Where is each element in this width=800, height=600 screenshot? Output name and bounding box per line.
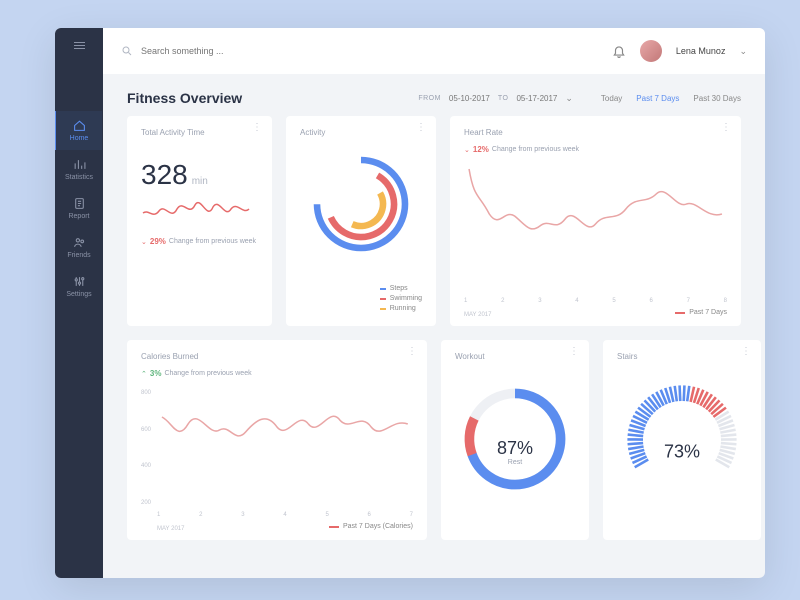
bell-icon[interactable] — [612, 44, 626, 58]
card-heart-rate: Heart Rate ⋮ ⌄ 12% Change from previous … — [450, 116, 741, 326]
more-icon[interactable]: ⋮ — [569, 350, 579, 354]
more-icon[interactable]: ⋮ — [721, 126, 731, 130]
sidebar-item-statistics[interactable]: Statistics — [55, 150, 103, 189]
chevron-down-icon[interactable]: ⌄ — [739, 46, 747, 57]
change-pct: 29% — [150, 237, 166, 246]
tab-today[interactable]: Today — [601, 94, 622, 103]
change-label: Change from previous week — [164, 370, 251, 377]
card-title: Heart Rate — [464, 128, 727, 137]
sidebar-item-report[interactable]: Report — [55, 189, 103, 228]
change-pct: 12% — [473, 145, 489, 154]
search-icon — [121, 45, 133, 57]
card-title: Calories Burned — [141, 352, 413, 361]
sidebar-item-label: Friends — [67, 252, 90, 259]
tab-past-30[interactable]: Past 30 Days — [693, 94, 741, 103]
sidebar-item-label: Statistics — [65, 174, 93, 181]
username: Lena Munoz — [676, 46, 726, 56]
sidebar-item-home[interactable]: Home — [55, 111, 102, 150]
chevron-down-icon[interactable]: ⌄ — [565, 93, 573, 104]
activity-donut — [306, 149, 416, 259]
change-label: Change from previous week — [169, 238, 256, 245]
workout-sub: Rest — [497, 459, 533, 466]
from-label: FROM — [418, 95, 441, 102]
card-title: Stairs — [617, 352, 747, 361]
legend-steps: Steps — [390, 285, 408, 292]
legend-label: Past 7 Days (Calories) — [343, 523, 413, 530]
sparkline — [141, 191, 251, 231]
card-stairs: Stairs ⋮ 73% — [603, 340, 761, 540]
card-title: Workout — [455, 352, 575, 361]
users-icon — [73, 236, 86, 249]
sidebar-item-settings[interactable]: Settings — [55, 267, 103, 306]
home-icon — [73, 119, 86, 132]
card-workout: Workout ⋮ 87% Rest — [441, 340, 589, 540]
activity-time-unit: min — [192, 176, 208, 187]
more-icon[interactable]: ⋮ — [416, 126, 426, 130]
caret-down-icon: ⌄ — [464, 146, 470, 154]
stairs-gauge — [617, 375, 747, 505]
card-activity: Activity ⋮ Steps Swimming Running — [286, 116, 436, 326]
sidebar-item-label: Settings — [66, 291, 91, 298]
sliders-icon — [73, 275, 86, 288]
page-title: Fitness Overview — [127, 90, 242, 106]
caret-up-icon: ⌃ — [141, 370, 147, 378]
to-date[interactable]: 05-17-2017 — [516, 94, 557, 103]
topbar: Lena Munoz ⌄ — [103, 28, 765, 74]
sidebar-item-label: Home — [70, 135, 89, 142]
document-icon — [73, 197, 86, 210]
chart-icon — [73, 158, 86, 171]
from-date[interactable]: 05-10-2017 — [449, 94, 490, 103]
search-input[interactable] — [141, 46, 341, 56]
month-label: MAY 2017 — [157, 526, 184, 532]
x-axis: 1234567 — [157, 512, 413, 518]
card-title: Total Activity Time — [141, 128, 258, 137]
to-label: TO — [498, 95, 509, 102]
calories-line — [141, 382, 413, 477]
main: Lena Munoz ⌄ Fitness Overview FROM 05-10… — [103, 28, 765, 578]
more-icon[interactable]: ⋮ — [252, 126, 262, 130]
legend-swimming: Swimming — [390, 295, 422, 302]
workout-pct: 87% — [497, 438, 533, 459]
legend-label: Past 7 Days — [689, 309, 727, 316]
heart-rate-line — [464, 154, 727, 264]
card-activity-time: Total Activity Time ⋮ 328 min ⌄ 29% Chang… — [127, 116, 272, 326]
stairs-pct: 73% — [664, 442, 700, 463]
x-axis: 12345678 — [464, 298, 727, 304]
sidebar: Home Statistics Report Friends Settings — [55, 28, 103, 578]
caret-down-icon: ⌄ — [141, 238, 147, 246]
avatar[interactable] — [640, 40, 662, 62]
sidebar-item-label: Report — [68, 213, 89, 220]
card-title: Activity — [300, 128, 422, 137]
search — [121, 45, 612, 57]
legend-running: Running — [390, 305, 416, 312]
tab-past-7[interactable]: Past 7 Days — [636, 94, 679, 103]
menu-icon[interactable] — [74, 40, 85, 51]
more-icon[interactable]: ⋮ — [407, 350, 417, 354]
change-label: Change from previous week — [492, 146, 579, 153]
change-pct: 3% — [150, 369, 162, 378]
card-calories: Calories Burned ⋮ ⌃ 3% Change from previ… — [127, 340, 427, 540]
month-label: MAY 2017 — [464, 312, 491, 318]
more-icon[interactable]: ⋮ — [741, 350, 751, 354]
sidebar-item-friends[interactable]: Friends — [55, 228, 103, 267]
activity-time-value: 328 — [141, 159, 188, 190]
